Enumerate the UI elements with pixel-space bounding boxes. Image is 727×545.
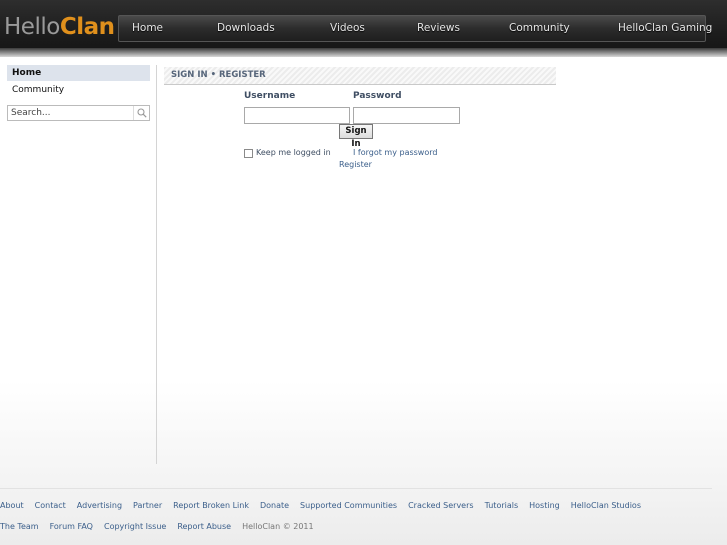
nav-videos[interactable]: Videos [330,16,365,41]
footer-link-about[interactable]: About [0,501,24,510]
footer-link-copyright-issue[interactable]: Copyright Issue [104,522,166,531]
footer-copyright: HelloClan © 2011 [242,522,314,531]
footer-link-partner[interactable]: Partner [133,501,162,510]
password-field[interactable] [353,107,460,124]
keep-logged-in-label[interactable]: Keep me logged in [256,148,331,157]
footer-link-advertising[interactable]: Advertising [77,501,122,510]
sidebar: Home Community [7,65,150,121]
footer-link-report-broken-link[interactable]: Report Broken Link [173,501,249,510]
footer-link-hosting[interactable]: Hosting [529,501,560,510]
username-label: Username [244,91,296,101]
footer-link-forum-faq[interactable]: Forum FAQ [50,522,93,531]
password-label: Password [353,91,402,101]
search-input[interactable] [8,106,133,120]
search-button[interactable] [133,106,149,120]
footer-link-contact[interactable]: Contact [35,501,66,510]
sign-in-button[interactable]: Sign In [339,124,373,149]
keep-logged-in-checkbox[interactable] [244,149,253,158]
site-logo[interactable]: HelloClan [4,14,115,40]
footer-link-report-abuse[interactable]: Report Abuse [177,522,231,531]
nav-community[interactable]: Community [509,16,570,41]
footer-link-cracked-servers[interactable]: Cracked Servers [408,501,473,510]
footer-links-row-2: The Team Forum FAQ Copyright Issue Report A… [0,522,314,534]
footer-links-row-1: About Contact Advertising Partner Report Bro… [0,501,652,513]
footer-link-supported-communities[interactable]: Supported Communities [300,501,397,510]
sidebar-item-home[interactable]: Home [7,65,150,81]
nav-reviews[interactable]: Reviews [417,16,460,41]
footer-link-helloclan-studios[interactable]: HelloClan Studios [571,501,641,510]
panel-title: SIGN IN • REGISTER [171,70,266,80]
logo-hello: Hello [4,14,60,40]
nav-helloclan-gaming[interactable]: HelloClan Gaming [618,16,712,41]
footer-link-the-team[interactable]: The Team [0,522,39,531]
column-divider [156,65,157,464]
header-shadow [0,48,727,57]
sidebar-item-community[interactable]: Community [7,82,150,98]
forgot-password-link[interactable]: I forgot my password [353,148,437,157]
register-link[interactable]: Register [339,160,372,169]
magnifier-icon [137,108,147,118]
logo-clan: Clan [59,14,115,40]
footer-link-donate[interactable]: Donate [260,501,289,510]
username-field[interactable] [244,107,350,124]
main-nav: Home Downloads Videos Reviews Community … [118,15,712,42]
footer-divider [0,488,712,489]
footer-link-tutorials[interactable]: Tutorials [485,501,519,510]
nav-downloads[interactable]: Downloads [217,16,275,41]
signin-panel-header: SIGN IN • REGISTER [164,67,556,85]
sidebar-search [7,105,150,121]
nav-home[interactable]: Home [132,16,163,41]
